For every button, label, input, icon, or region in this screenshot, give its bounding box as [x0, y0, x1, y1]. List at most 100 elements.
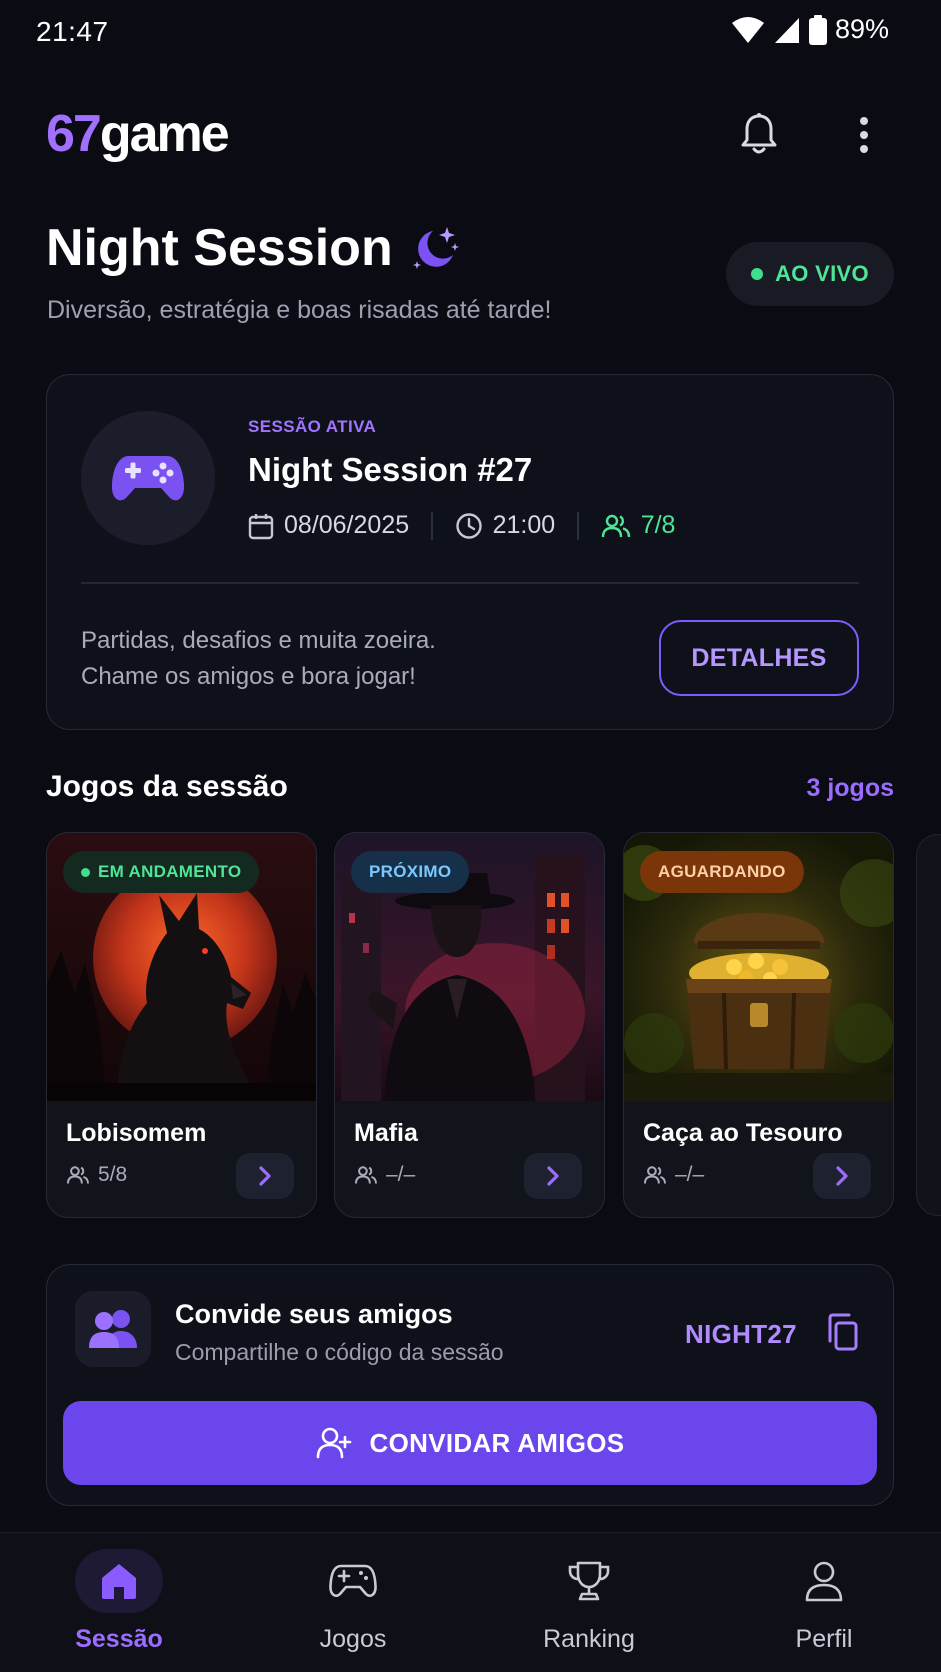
game-title: Mafia [354, 1119, 418, 1147]
session-time: 21:00 [455, 511, 556, 540]
battery-percent: 89% [834, 14, 889, 44]
invite-avatar [75, 1291, 151, 1367]
session-date-text: 08/06/2025 [284, 511, 410, 539]
moon-stars-icon [412, 227, 459, 269]
status-badge-playing: EM ANDAMENTO [63, 851, 260, 893]
nav-icon-wrap [309, 1549, 397, 1613]
status-icons: 89% [731, 14, 889, 45]
logo-number: 67 [46, 105, 102, 163]
page-title: Night Session [46, 218, 461, 278]
game-players: –/– [643, 1163, 704, 1187]
open-game-button[interactable] [813, 1153, 871, 1199]
open-game-button[interactable] [236, 1153, 294, 1199]
nav-label: Perfil [795, 1625, 853, 1653]
notifications-button[interactable] [736, 108, 782, 160]
game-players: –/– [354, 1163, 415, 1187]
home-icon [102, 1564, 136, 1599]
users-icon [644, 1166, 666, 1184]
session-date: 08/06/2025 [248, 511, 409, 540]
status-bar: 21:47 89% [0, 0, 941, 66]
status-badge-label: AGUARDANDO [658, 862, 786, 881]
user-icon [805, 1561, 843, 1602]
game-title: Lobisomem [66, 1119, 207, 1147]
clock-icon [455, 512, 482, 539]
active-session-card: SESSÃO ATIVA Night Session #27 08/06/202… [46, 374, 894, 730]
copy-code-button[interactable] [821, 1309, 863, 1355]
live-badge: AO VIVO [726, 242, 894, 306]
nav-label: Jogos [319, 1625, 387, 1653]
status-badge-label: EM ANDAMENTO [98, 862, 242, 881]
session-time-text: 21:00 [492, 511, 556, 539]
nav-item-jogos[interactable]: Jogos [253, 1533, 453, 1672]
session-description: Partidas, desafios e muita zoeira. Chame… [81, 623, 436, 695]
invite-friends-label: CONVIDAR AMIGOS [369, 1427, 625, 1458]
status-badge-waiting: AGUARDANDO [640, 851, 804, 893]
invite-title: Convide seus amigos [175, 1299, 453, 1329]
game-title: Caça ao Tesouro [643, 1119, 843, 1147]
nav-icon-wrap [545, 1549, 633, 1613]
battery-icon [808, 14, 827, 45]
session-meta: 08/06/2025 21:00 7/8 [248, 511, 675, 540]
calendar-icon [248, 513, 274, 539]
nav-icon-wrap [75, 1549, 163, 1613]
copy-icon [828, 1313, 858, 1351]
chevron-right-icon [259, 1166, 271, 1186]
more-vertical-icon [860, 117, 868, 153]
next-game-card-peek [916, 834, 941, 1216]
session-name: Night Session #27 [248, 451, 533, 488]
page-subtitle: Diversão, estratégia e boas risadas até … [47, 296, 552, 324]
session-description-line1: Partidas, desafios e muita zoeira. [81, 627, 436, 654]
status-dot [81, 867, 90, 877]
games-count-link[interactable]: 3 jogos [806, 774, 894, 803]
user-plus-icon [316, 1427, 351, 1459]
gamepad-icon [329, 1564, 377, 1598]
session-kicker: SESSÃO ATIVA [248, 417, 377, 436]
wifi-icon [731, 16, 764, 43]
live-dot [751, 268, 764, 280]
bell-icon [741, 113, 777, 154]
game-card-mafia[interactable]: PRÓXIMO Mafia –/– [334, 832, 605, 1218]
meta-divider [431, 511, 433, 540]
games-section-title: Jogos da sessão [46, 770, 288, 803]
invite-card: Convide seus amigos Compartilhe o código… [46, 1264, 894, 1506]
status-badge-next: PRÓXIMO [351, 851, 470, 893]
game-players-text: –/– [386, 1163, 416, 1186]
game-players-text: –/– [675, 1163, 705, 1186]
page-title-text: Night Session [46, 219, 393, 277]
session-description-line2: Chame os amigos e bora jogar! [81, 663, 416, 690]
game-card-lobisomem[interactable]: EM ANDAMENTO Lobisomem 5/8 [46, 832, 317, 1218]
gamepad-icon [111, 456, 185, 501]
game-players: 5/8 [66, 1163, 127, 1187]
game-card-caca-ao-tesouro[interactable]: AGUARDANDO Caça ao Tesouro –/– [623, 832, 894, 1218]
game-players-text: 5/8 [98, 1163, 128, 1186]
bottom-navigation: Sessão Jogos Ranking Perfil [0, 1532, 941, 1672]
invite-friends-button[interactable]: CONVIDAR AMIGOS [63, 1401, 877, 1485]
meta-divider [577, 511, 579, 540]
chevron-right-icon [547, 1166, 559, 1186]
card-divider [81, 582, 859, 584]
nav-item-sessao[interactable]: Sessão [19, 1533, 219, 1672]
group-icon [89, 1310, 137, 1348]
users-icon [601, 514, 630, 537]
session-players: 7/8 [601, 511, 676, 540]
live-badge-label: AO VIVO [775, 261, 869, 286]
session-avatar [81, 411, 215, 545]
invite-subtitle: Compartilhe o código da sessão [175, 1339, 504, 1365]
trophy-icon [568, 1561, 610, 1601]
app-logo: 67game [46, 104, 230, 164]
nav-label: Ranking [543, 1625, 635, 1653]
users-icon [355, 1166, 377, 1184]
nav-label: Sessão [75, 1625, 163, 1653]
chevron-right-icon [836, 1166, 848, 1186]
session-players-text: 7/8 [640, 511, 676, 539]
nav-icon-wrap [780, 1549, 868, 1613]
status-badge-label: PRÓXIMO [369, 862, 452, 881]
invite-code: NIGHT27 [685, 1319, 797, 1349]
signal-icon [774, 17, 799, 43]
details-button[interactable]: DETALHES [659, 620, 859, 696]
open-game-button[interactable] [524, 1153, 582, 1199]
logo-word: game [99, 105, 230, 163]
nav-item-perfil[interactable]: Perfil [724, 1533, 924, 1672]
more-options-button[interactable] [846, 110, 882, 160]
nav-item-ranking[interactable]: Ranking [489, 1533, 689, 1672]
